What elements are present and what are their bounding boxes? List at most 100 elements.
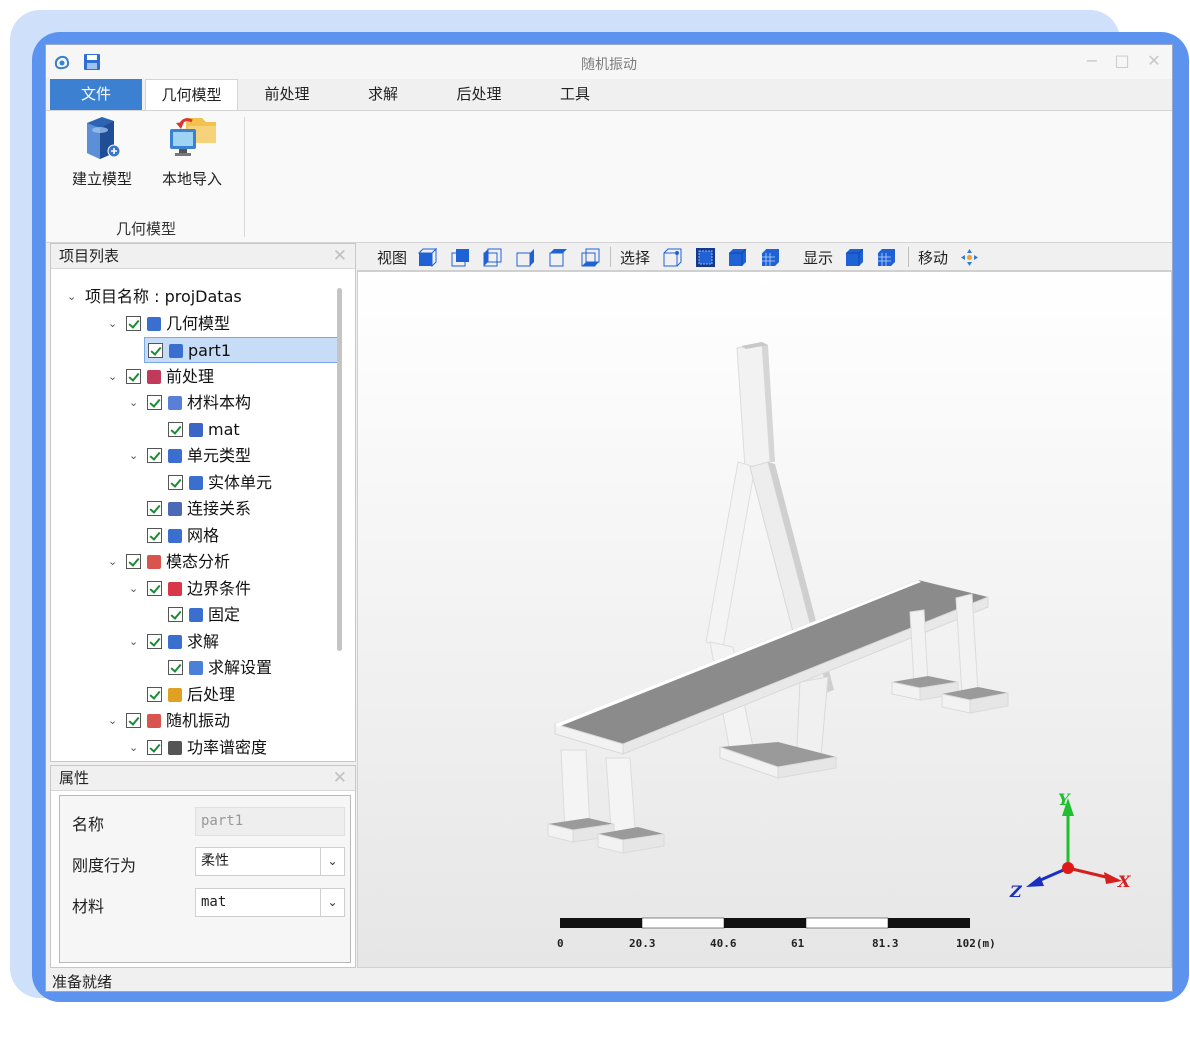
z-axis-arrow: [1026, 876, 1044, 887]
tree-checkbox[interactable]: [126, 368, 141, 384]
view-right-icon[interactable]: [516, 248, 535, 267]
tree-item-label: 边界条件: [187, 578, 252, 598]
tree-checkbox[interactable]: [168, 421, 183, 437]
tab-postprocess[interactable]: 后处理: [434, 79, 524, 110]
tab-preprocess[interactable]: 前处理: [242, 79, 332, 110]
tree-item-label: 固定: [208, 605, 241, 624]
bridge-model: [547, 342, 1122, 929]
chevron-down-icon[interactable]: ⌄: [129, 735, 138, 761]
display-solid-icon[interactable]: [845, 248, 864, 267]
tab-geometry[interactable]: 几何模型: [145, 79, 238, 111]
scale-bar: [560, 917, 970, 929]
tab-solve[interactable]: 求解: [338, 79, 428, 110]
scale-label: 81.3: [872, 937, 899, 950]
build-model-button[interactable]: 建立模型: [62, 113, 142, 188]
tree-checkbox[interactable]: [168, 474, 183, 490]
tree-checkbox[interactable]: [168, 660, 183, 675]
3d-viewport[interactable]: 0 20.3 40.6 61 81.3 102(m) Y X Z: [357, 271, 1172, 968]
tree-item-label: 随机振动: [166, 711, 231, 730]
ribbon-group-label: 几何模型: [115, 220, 176, 238]
tree-item[interactable]: part1: [144, 337, 339, 363]
prop-material-select[interactable]: mat ⌄: [195, 888, 345, 917]
select-face-icon[interactable]: [696, 248, 715, 267]
import-local-button[interactable]: 本地导入: [152, 113, 232, 188]
move-icon[interactable]: [960, 248, 979, 267]
tree-checkbox[interactable]: [126, 713, 141, 728]
chevron-down-icon[interactable]: ⌄: [320, 889, 344, 916]
toolbar-separator: [610, 247, 611, 267]
postprocess-icon: [168, 687, 182, 702]
chevron-down-icon[interactable]: ⌄: [129, 576, 138, 602]
ribbon: 建立模型 本地导入 几何模型: [46, 110, 1172, 243]
prop-stiffness-label: 刚度行为: [72, 856, 137, 875]
x-axis-line: [1067, 866, 1111, 880]
connection-icon: [168, 502, 182, 516]
solid-element-icon: [189, 475, 203, 490]
tree-checkbox[interactable]: [148, 343, 163, 358]
view-top-icon[interactable]: [549, 248, 568, 267]
select-element-icon[interactable]: [761, 248, 780, 267]
move-label: 移动: [918, 249, 949, 267]
tab-tools[interactable]: 工具: [530, 79, 620, 110]
chevron-down-icon[interactable]: ⌄: [108, 708, 117, 734]
mesh-icon: [168, 528, 182, 543]
select-point-icon[interactable]: [663, 248, 682, 267]
scale-segment: [641, 917, 725, 929]
axis-origin: [1062, 862, 1074, 874]
properties-panel-title: 属性: [59, 769, 90, 787]
chevron-down-icon[interactable]: ⌄: [129, 443, 138, 469]
display-mesh-icon[interactable]: [877, 248, 896, 267]
view-back-icon[interactable]: [451, 248, 470, 267]
tree-item-label: 网格: [187, 525, 220, 545]
chevron-down-icon[interactable]: ⌄: [108, 311, 117, 337]
chevron-down-icon[interactable]: ⌄: [129, 629, 138, 655]
chevron-down-icon[interactable]: ⌄: [108, 549, 117, 575]
tree-checkbox[interactable]: [126, 554, 141, 569]
chevron-down-icon[interactable]: ⌄: [129, 390, 138, 416]
minimize-button[interactable]: −: [1082, 51, 1102, 70]
prop-name-value: part1: [201, 813, 244, 829]
tree-checkbox[interactable]: [147, 501, 162, 516]
project-tree: ⌄ 项目名称 : projDatas ⌄ 几何模型 part1 ⌄ 前处理 ⌄ 材料本构 mat ⌄…: [51, 270, 339, 760]
project-panel-close[interactable]: ✕: [333, 244, 347, 269]
view-left-icon[interactable]: [483, 248, 502, 267]
close-button[interactable]: ✕: [1144, 51, 1164, 70]
z-axis-label: Z: [1010, 882, 1022, 901]
random-vibration-icon: [147, 714, 161, 728]
tree-item-label: 求解: [187, 631, 220, 651]
tree-item-label: 单元类型: [187, 446, 252, 465]
properties-panel-header: 属性 ✕: [51, 766, 355, 791]
view-front-icon[interactable]: [418, 248, 437, 267]
view-bottom-icon[interactable]: [581, 248, 600, 267]
tree-checkbox[interactable]: [147, 448, 162, 463]
tree-checkbox[interactable]: [147, 686, 162, 702]
properties-panel: 属性 ✕ 名称 part1 刚度行为 柔性 ⌄ 材料 mat ⌄: [50, 765, 356, 968]
prop-stiffness-select[interactable]: 柔性 ⌄: [195, 847, 345, 876]
tree-checkbox[interactable]: [147, 527, 162, 543]
project-scrollbar-thumb[interactable]: [337, 288, 342, 651]
tree-item-label: 前处理: [166, 366, 215, 386]
tree-item-label: 连接关系: [187, 499, 252, 518]
tree-checkbox[interactable]: [147, 739, 162, 755]
maximize-button[interactable]: □: [1112, 51, 1132, 70]
tree-checkbox[interactable]: [168, 607, 183, 622]
chevron-down-icon[interactable]: ⌄: [320, 848, 344, 875]
scale-segment: [560, 918, 642, 928]
select-body-icon[interactable]: [728, 248, 747, 267]
prop-name-label: 名称: [72, 815, 105, 834]
properties-panel-close[interactable]: ✕: [333, 766, 347, 791]
tree-checkbox[interactable]: [126, 315, 141, 331]
chevron-down-icon[interactable]: ⌄: [108, 364, 117, 390]
import-local-label: 本地导入: [161, 170, 222, 188]
title-bar: 随机振动 − □ ✕: [46, 45, 1172, 79]
part-icon: [169, 344, 183, 358]
tree-checkbox[interactable]: [147, 395, 162, 410]
axis-triad: [1026, 798, 1122, 887]
properties-form: 名称 part1 刚度行为 柔性 ⌄ 材料 mat ⌄: [59, 795, 351, 963]
tree-checkbox[interactable]: [147, 580, 162, 596]
chevron-down-icon[interactable]: ⌄: [67, 284, 76, 310]
menu-bar: 文件 几何模型 前处理 求解 后处理 工具: [46, 79, 1172, 111]
menu-file[interactable]: 文件: [50, 79, 142, 110]
tree-checkbox[interactable]: [147, 633, 162, 649]
scale-label: 61: [791, 937, 805, 950]
